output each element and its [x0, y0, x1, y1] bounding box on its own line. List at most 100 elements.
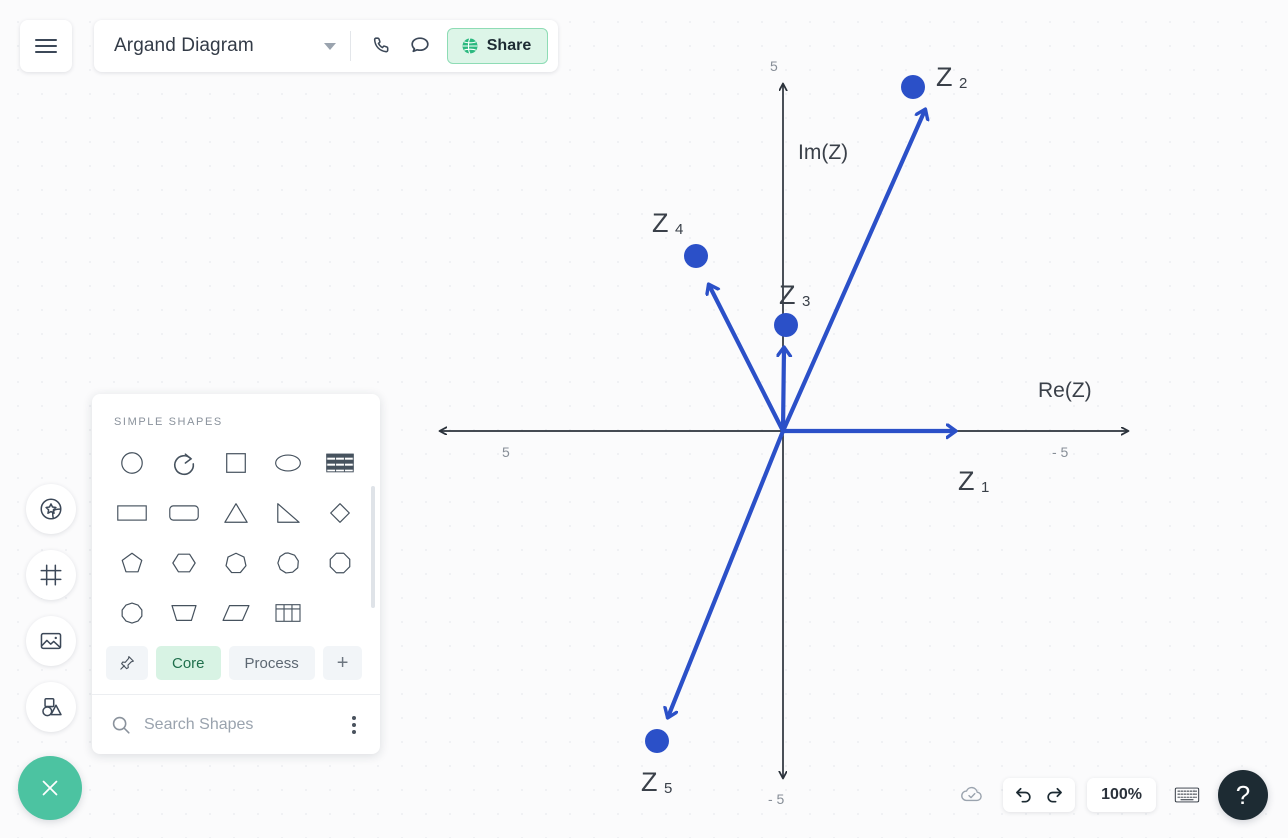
shape-circle[interactable]: [106, 440, 158, 486]
save-status-button[interactable]: [953, 776, 991, 814]
keyboard-shortcuts-button[interactable]: [1168, 776, 1206, 814]
redo-icon: [1047, 787, 1062, 803]
undo-icon: [1016, 787, 1031, 803]
shape-rectangle[interactable]: [106, 490, 158, 536]
shape-arc-arrow[interactable]: [158, 440, 210, 486]
kebab-dot: [352, 729, 356, 734]
shape-decagon[interactable]: [106, 590, 158, 636]
shapes-scrollbar[interactable]: [371, 486, 375, 608]
axis-label-imaginary: Im(Z): [798, 141, 848, 164]
sidebar-item-shapes[interactable]: [26, 484, 76, 534]
tool-rail: [26, 484, 76, 732]
shape-parallelogram[interactable]: [210, 590, 262, 636]
top-bar: Argand Diagram Share: [0, 0, 559, 72]
sidebar-item-image[interactable]: [26, 616, 76, 666]
search-shapes-input[interactable]: Search Shapes: [144, 716, 334, 734]
keyboard-icon: [1174, 787, 1200, 803]
chevron-down-icon[interactable]: [323, 42, 336, 50]
undo-redo-group: [1003, 778, 1076, 812]
shape-ellipse[interactable]: [262, 440, 314, 486]
redo-button[interactable]: [1039, 780, 1069, 810]
undo-button[interactable]: [1009, 780, 1039, 810]
shape-table-striped[interactable]: [314, 440, 366, 486]
shapes-panel-title: SIMPLE SHAPES: [114, 416, 223, 428]
shapes-tab-core[interactable]: Core: [156, 646, 221, 680]
rectangle-icon: [117, 505, 147, 521]
app-root: Re(Z) Im(Z) 5 - 5 5 - 5 Z 1 Z 2 Z 3 Z 4 …: [0, 0, 1288, 838]
shape-heptagon[interactable]: [210, 540, 262, 586]
octagon-icon: [329, 552, 351, 574]
toolbar-divider: [349, 31, 351, 61]
shape-hexagon[interactable]: [158, 540, 210, 586]
table-grid-icon: [275, 604, 301, 622]
close-panel-button[interactable]: [18, 756, 82, 820]
shape-right-triangle[interactable]: [262, 490, 314, 536]
frame-icon: [40, 564, 62, 586]
tick-label-x-left: 5: [502, 444, 510, 460]
square-icon: [226, 453, 246, 473]
tick-label-x-right: - 5: [1052, 444, 1069, 460]
tick-label-y-top: 5: [770, 58, 778, 74]
shape-triangle[interactable]: [210, 490, 262, 536]
main-menu-button[interactable]: [20, 20, 72, 72]
shape-nonagon[interactable]: [262, 540, 314, 586]
shape-table-grid[interactable]: [262, 590, 314, 636]
cloud-saved-icon: [961, 786, 982, 802]
bottom-toolbar: 100% ?: [953, 770, 1268, 820]
hamburger-icon: [35, 35, 57, 57]
decagon-icon: [121, 602, 143, 624]
vector-label-z5-base: Z: [641, 767, 658, 797]
shape-octagon[interactable]: [314, 540, 366, 586]
trapezoid-icon: [171, 605, 197, 621]
shapes-tab-add[interactable]: +: [322, 646, 363, 680]
kebab-dot: [352, 722, 356, 727]
shape-pentagon[interactable]: [106, 540, 158, 586]
right-triangle-icon: [277, 503, 300, 523]
phone-icon: [373, 37, 389, 53]
hexagon-icon: [172, 553, 196, 573]
diamond-icon: [330, 503, 350, 523]
shape-rounded-rectangle[interactable]: [158, 490, 210, 536]
share-button[interactable]: Share: [446, 28, 549, 64]
kebab-dot: [352, 715, 356, 720]
shape-diamond[interactable]: [314, 490, 366, 536]
help-button[interactable]: ?: [1218, 770, 1268, 820]
vector-label-z1-sub: 1: [981, 479, 989, 496]
sidebar-item-frame[interactable]: [26, 550, 76, 600]
document-title[interactable]: Argand Diagram: [114, 35, 254, 57]
table-striped-icon: [326, 453, 354, 473]
shape-empty-slot: [314, 590, 366, 636]
vector-label-z2-base: Z: [936, 62, 953, 92]
vector-label-z4-base: Z: [652, 208, 669, 238]
axis-label-real: Re(Z): [1038, 379, 1092, 402]
shapes-panel: SIMPLE SHAPES Core Process + Search Shap…: [92, 394, 380, 754]
speech-bubble-icon: [411, 37, 429, 53]
shapes-tab-row: Core Process +: [92, 636, 380, 695]
call-button[interactable]: [363, 27, 401, 65]
comment-button[interactable]: [401, 27, 439, 65]
globe-icon: [462, 38, 478, 54]
shapes-tab-pinned[interactable]: [106, 646, 148, 680]
heptagon-icon: [225, 552, 247, 574]
shape-square[interactable]: [210, 440, 262, 486]
shapes-search-row: Search Shapes: [92, 695, 380, 754]
vector-label-z3-base: Z: [779, 280, 796, 310]
parallelogram-icon: [222, 605, 250, 621]
zoom-level-button[interactable]: 100%: [1087, 778, 1156, 812]
rounded-rectangle-icon: [169, 505, 199, 521]
arc-arrow-icon: [173, 453, 195, 476]
tick-label-y-bottom: - 5: [768, 791, 785, 807]
shapes-overlap-icon: [42, 698, 62, 717]
pin-icon: [120, 656, 134, 670]
sticker-star-icon: [40, 498, 62, 520]
pentagon-icon: [121, 552, 143, 573]
sidebar-item-draw[interactable]: [26, 682, 76, 732]
circle-icon: [121, 452, 143, 474]
shapes-tab-process[interactable]: Process: [228, 646, 315, 680]
share-button-label: Share: [486, 37, 532, 54]
shapes-more-button[interactable]: [346, 710, 362, 740]
ellipse-icon: [275, 454, 301, 472]
shape-trapezoid[interactable]: [158, 590, 210, 636]
vector-label-z4-sub: 4: [675, 221, 683, 238]
vector-label-z5-sub: 5: [664, 780, 672, 797]
